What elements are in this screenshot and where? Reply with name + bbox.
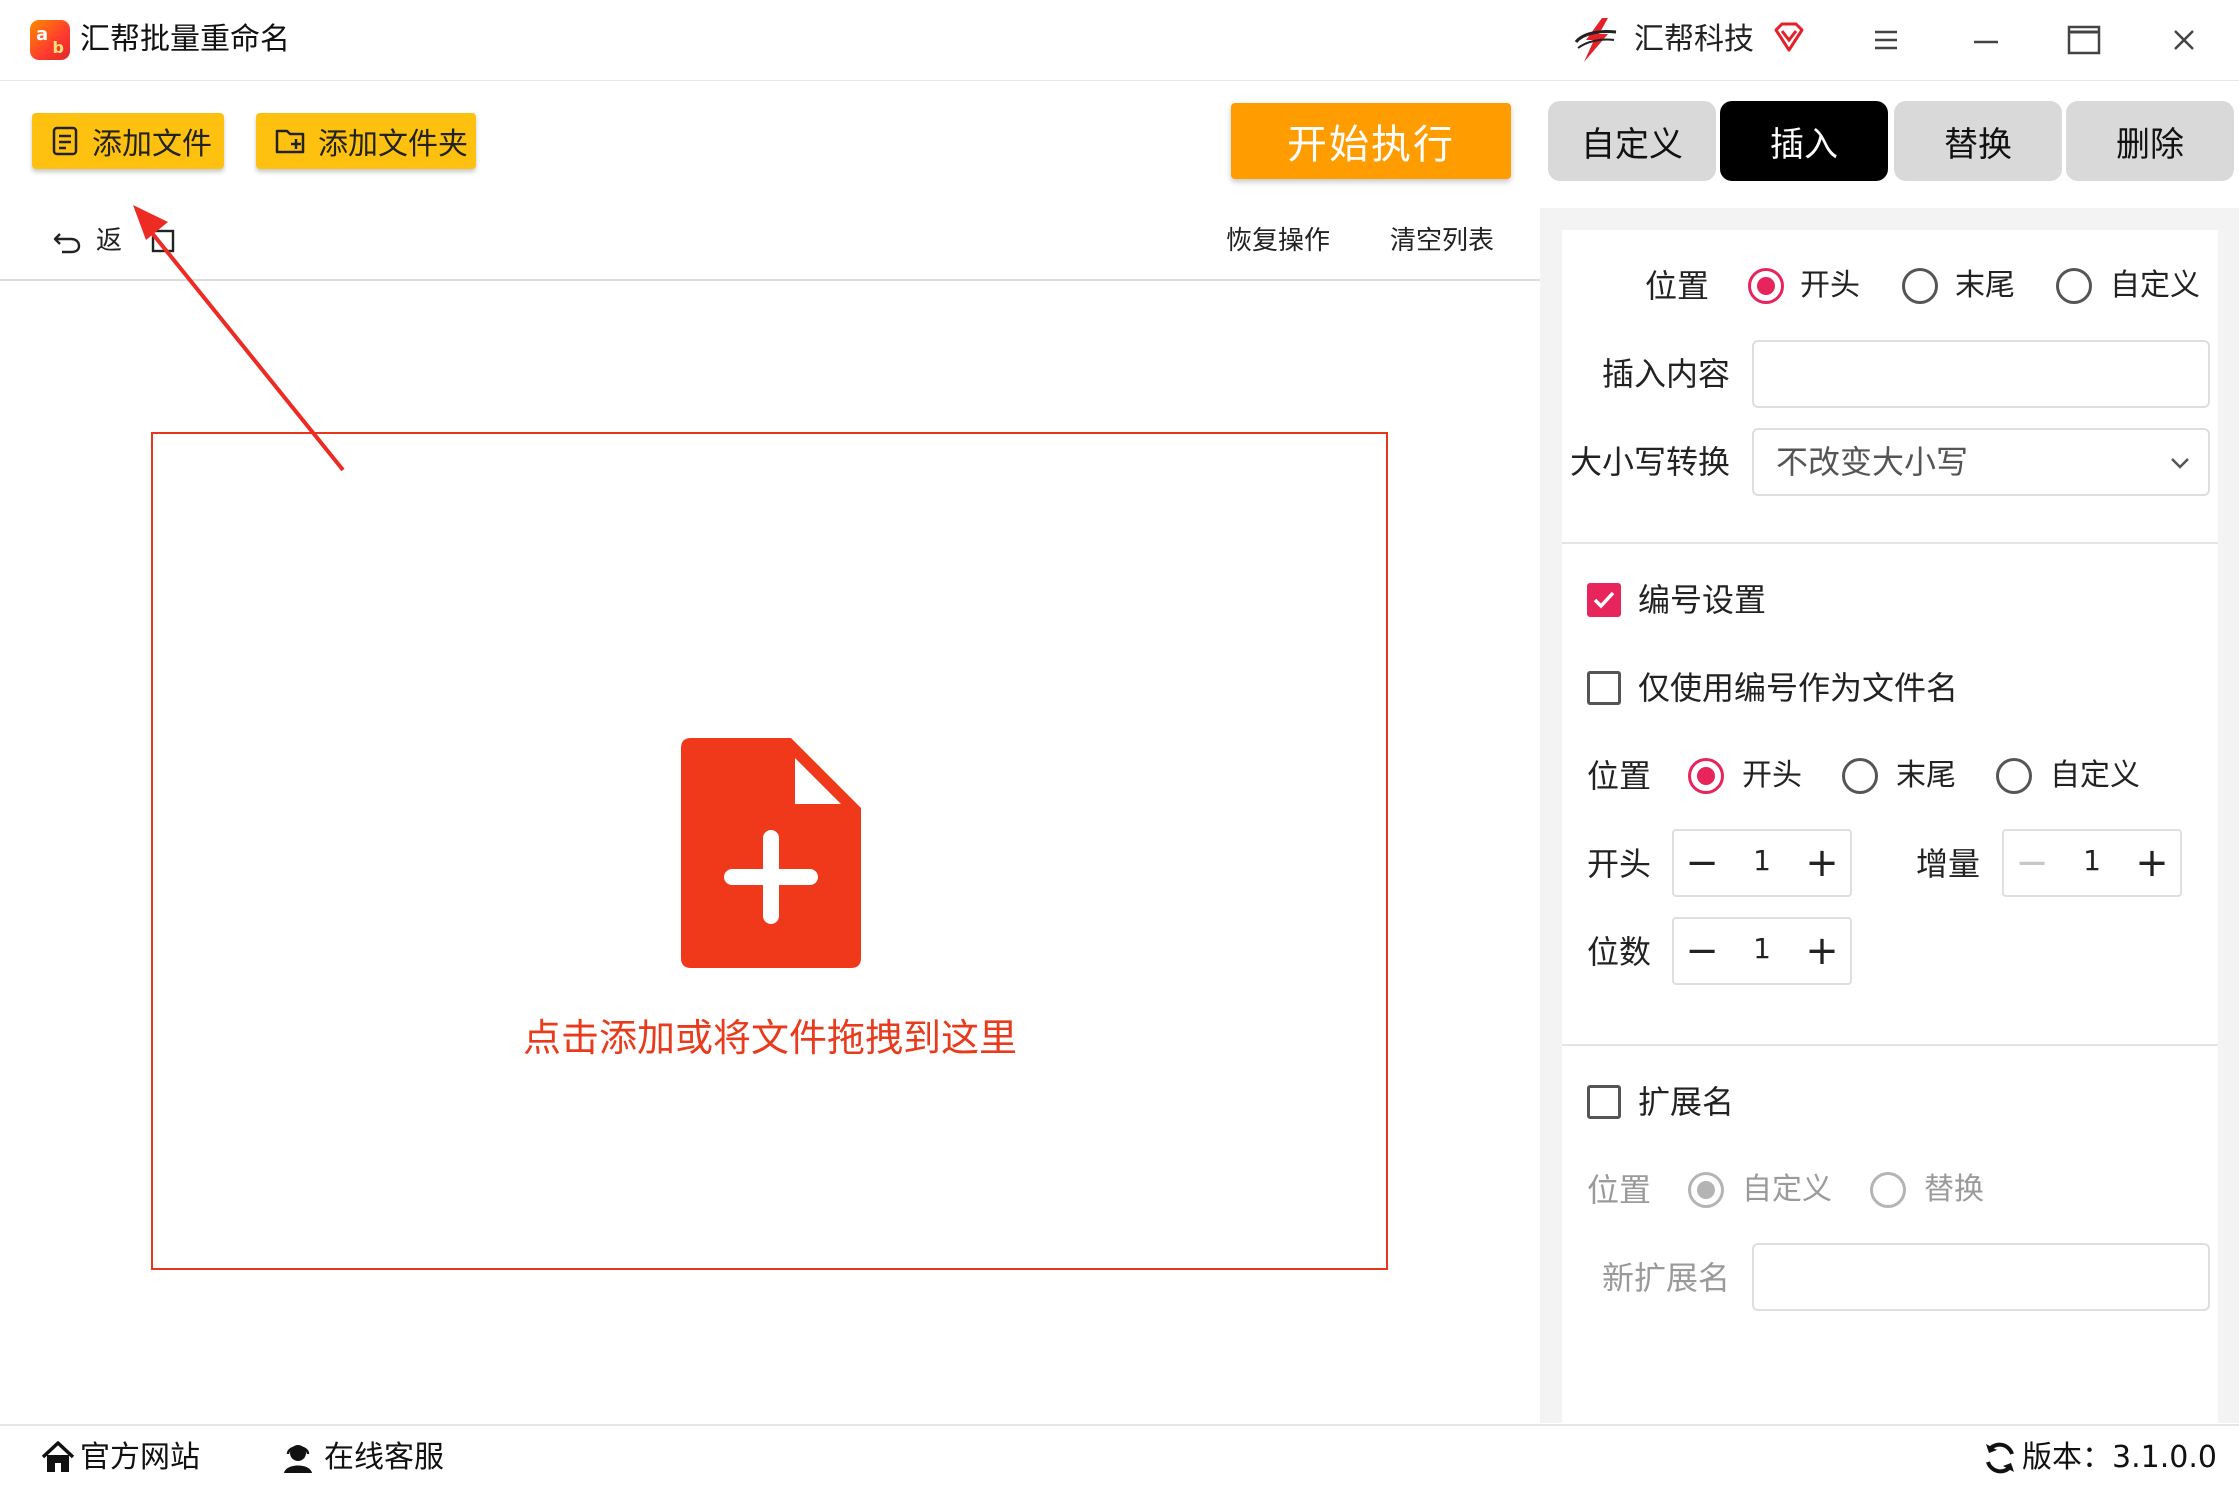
section-divider <box>1562 1044 2218 1046</box>
add-folder-button[interactable]: 添加文件夹 <box>256 113 476 169</box>
increment-stepper[interactable]: − 1 + <box>2002 829 2182 897</box>
official-website-link[interactable]: 官方网站 <box>80 1438 200 1478</box>
add-file-button[interactable]: 添加文件 <box>32 113 224 169</box>
tab-replace[interactable]: 替换 <box>1894 101 2062 181</box>
case-convert-value: 不改变大小写 <box>1776 443 1969 481</box>
list-divider <box>0 279 1540 281</box>
case-convert-select[interactable]: 不改变大小写 <box>1752 428 2210 496</box>
start-number-value[interactable]: 1 <box>1726 831 1798 895</box>
insert-position-end-label[interactable]: 末尾 <box>1955 264 2015 308</box>
extension-position-replace-radio[interactable] <box>1870 1172 1906 1208</box>
start-decrement-button[interactable]: − <box>1676 831 1728 895</box>
insert-position-label: 位置 <box>1645 267 1710 305</box>
digits-decrement-button[interactable]: − <box>1676 919 1728 983</box>
add-file-icon[interactable] <box>681 738 861 968</box>
numbering-position-start-radio[interactable] <box>1688 758 1724 794</box>
increment-decrement-button[interactable]: − <box>2006 831 2058 895</box>
drop-hint-text: 点击添加或将文件拖拽到这里 <box>522 1016 1017 1060</box>
numbering-position-custom-label[interactable]: 自定义 <box>2050 754 2140 798</box>
brand-name: 汇帮科技 <box>1634 22 1754 57</box>
insert-position-custom-radio[interactable] <box>2056 268 2092 304</box>
increment-increment-button[interactable]: + <box>2126 831 2178 895</box>
numbering-position-start-label[interactable]: 开头 <box>1742 754 1802 798</box>
start-number-label: 开头 <box>1587 845 1652 883</box>
extension-position-custom-radio[interactable] <box>1688 1172 1724 1208</box>
vip-icon[interactable] <box>1772 20 1806 54</box>
insert-position-custom-label[interactable]: 自定义 <box>2110 264 2200 308</box>
only-number-checkbox[interactable] <box>1587 671 1621 705</box>
section-divider <box>1562 542 2218 544</box>
app-logo-icon: a b <box>30 20 70 60</box>
extension-position-label: 位置 <box>1587 1171 1652 1209</box>
numbering-position-end-label[interactable]: 末尾 <box>1896 754 1956 798</box>
start-number-stepper[interactable]: − 1 + <box>1672 829 1852 897</box>
extension-enable-label[interactable]: 扩展名 <box>1638 1080 1734 1124</box>
insert-position-start-label[interactable]: 开头 <box>1800 264 1860 308</box>
new-extension-input[interactable] <box>1752 1243 2210 1311</box>
extension-position-replace-label[interactable]: 替换 <box>1924 1168 1984 1212</box>
increment-value[interactable]: 1 <box>2056 831 2128 895</box>
chevron-down-icon <box>2171 458 2189 469</box>
add-file-label: 添加文件 <box>92 127 212 162</box>
increment-label: 增量 <box>1916 845 1981 883</box>
insert-position-end-radio[interactable] <box>1902 268 1938 304</box>
undo-label[interactable]: 返 <box>96 224 122 258</box>
brand-logo-icon <box>1574 18 1617 62</box>
case-convert-label: 大小写转换 <box>1570 443 1731 481</box>
file-list-icon <box>52 126 78 156</box>
customer-service-icon[interactable] <box>280 1440 316 1474</box>
maximize-icon[interactable] <box>2060 16 2108 64</box>
clear-list-button[interactable]: 清空列表 <box>1390 224 1494 258</box>
restore-button[interactable]: 恢复操作 <box>1226 224 1330 258</box>
extension-enable-checkbox[interactable] <box>1587 1085 1621 1119</box>
app-title: 汇帮批量重命名 <box>80 22 290 57</box>
numbering-position-custom-radio[interactable] <box>1996 758 2032 794</box>
redo-icon[interactable] <box>150 228 176 254</box>
digits-value[interactable]: 1 <box>1726 919 1798 983</box>
digits-stepper[interactable]: − 1 + <box>1672 917 1852 985</box>
minimize-icon[interactable] <box>1962 16 2010 64</box>
app-logo-letter-b: b <box>52 38 64 57</box>
numbering-position-end-radio[interactable] <box>1842 758 1878 794</box>
numbering-position-label: 位置 <box>1587 757 1652 795</box>
tab-delete[interactable]: 删除 <box>2066 101 2234 181</box>
tab-insert[interactable]: 插入 <box>1720 101 1888 181</box>
tab-custom[interactable]: 自定义 <box>1548 101 1716 181</box>
start-increment-button[interactable]: + <box>1796 831 1848 895</box>
app-logo-letter-a: a <box>36 24 49 45</box>
online-support-link[interactable]: 在线客服 <box>324 1438 444 1478</box>
digits-label: 位数 <box>1587 933 1652 971</box>
extension-position-custom-label[interactable]: 自定义 <box>1742 1168 1832 1212</box>
folder-add-icon <box>275 129 305 154</box>
numbering-enable-label[interactable]: 编号设置 <box>1638 578 1766 622</box>
new-extension-label: 新扩展名 <box>1602 1259 1731 1297</box>
start-button[interactable]: 开始执行 <box>1231 103 1511 179</box>
numbering-enable-checkbox[interactable] <box>1587 583 1621 617</box>
insert-position-start-radio[interactable] <box>1748 268 1784 304</box>
home-icon[interactable] <box>40 1440 76 1474</box>
digits-increment-button[interactable]: + <box>1796 919 1848 983</box>
add-folder-label: 添加文件夹 <box>318 127 468 162</box>
refresh-icon[interactable] <box>1982 1440 2018 1476</box>
close-icon[interactable] <box>2160 16 2208 64</box>
undo-icon[interactable] <box>52 226 82 256</box>
version-label: 版本：3.1.0.0 <box>2022 1440 2217 1475</box>
menu-icon[interactable] <box>1862 16 1910 64</box>
check-icon <box>1593 591 1615 609</box>
insert-content-label: 插入内容 <box>1602 355 1731 393</box>
insert-content-input[interactable] <box>1752 340 2210 408</box>
only-number-label[interactable]: 仅使用编号作为文件名 <box>1638 666 1958 710</box>
